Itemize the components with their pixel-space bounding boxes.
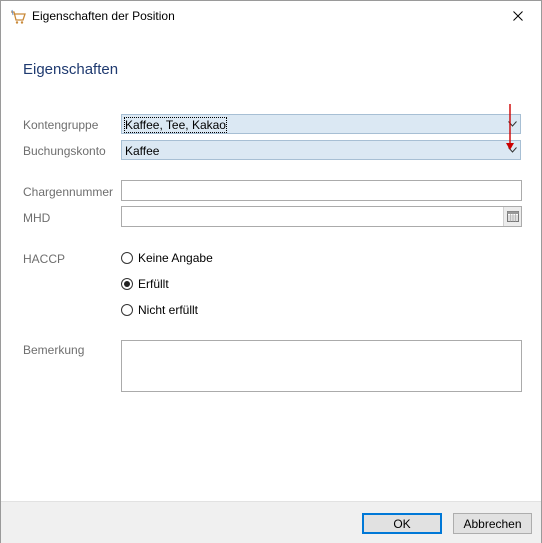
chargennummer-label: Chargennummer [23, 185, 114, 199]
bemerkung-label: Bemerkung [23, 343, 85, 357]
dialog-footer: OK Abbrechen [1, 501, 541, 543]
haccp-radio-nicht-erfuellt[interactable]: Nicht erfüllt [121, 302, 198, 318]
radio-label: Keine Angabe [138, 251, 213, 265]
kontengruppe-label: Kontengruppe [23, 118, 99, 132]
radio-circle[interactable] [121, 252, 133, 264]
calendar-icon [506, 211, 519, 222]
window-title: Eigenschaften der Position [32, 9, 175, 23]
ok-button[interactable]: OK [362, 513, 442, 534]
kontengruppe-combobox[interactable]: Kaffee, Tee, Kakao [121, 114, 521, 134]
buchungskonto-label: Buchungskonto [23, 144, 106, 158]
buchungskonto-value: Kaffee [125, 144, 160, 158]
app-icon [10, 9, 26, 25]
title-bar: Eigenschaften der Position [1, 1, 541, 31]
haccp-radio-erfuellt[interactable]: Erfüllt [121, 276, 169, 292]
cancel-button[interactable]: Abbrechen [453, 513, 532, 534]
buchungskonto-combobox[interactable]: Kaffee [121, 140, 521, 160]
haccp-radio-keine-angabe[interactable]: Keine Angabe [121, 250, 213, 266]
radio-label: Erfüllt [138, 277, 169, 291]
haccp-label: HACCP [23, 252, 66, 266]
radio-circle[interactable] [121, 304, 133, 316]
dialog-window: Eigenschaften der Position Eigenschaften… [0, 0, 542, 543]
calendar-button[interactable] [503, 207, 521, 226]
close-button[interactable] [495, 1, 541, 31]
close-icon [513, 11, 523, 21]
bemerkung-textarea[interactable] [121, 340, 522, 392]
radio-label: Nicht erfüllt [138, 303, 199, 317]
annotation-arrow-icon [506, 104, 514, 150]
mhd-label: MHD [23, 211, 51, 225]
kontengruppe-value: Kaffee, Tee, Kakao [124, 117, 227, 133]
radio-circle-selected[interactable] [121, 278, 133, 290]
section-heading: Eigenschaften [23, 61, 119, 78]
chargennummer-input[interactable] [121, 180, 522, 201]
mhd-date-input[interactable] [121, 206, 522, 227]
